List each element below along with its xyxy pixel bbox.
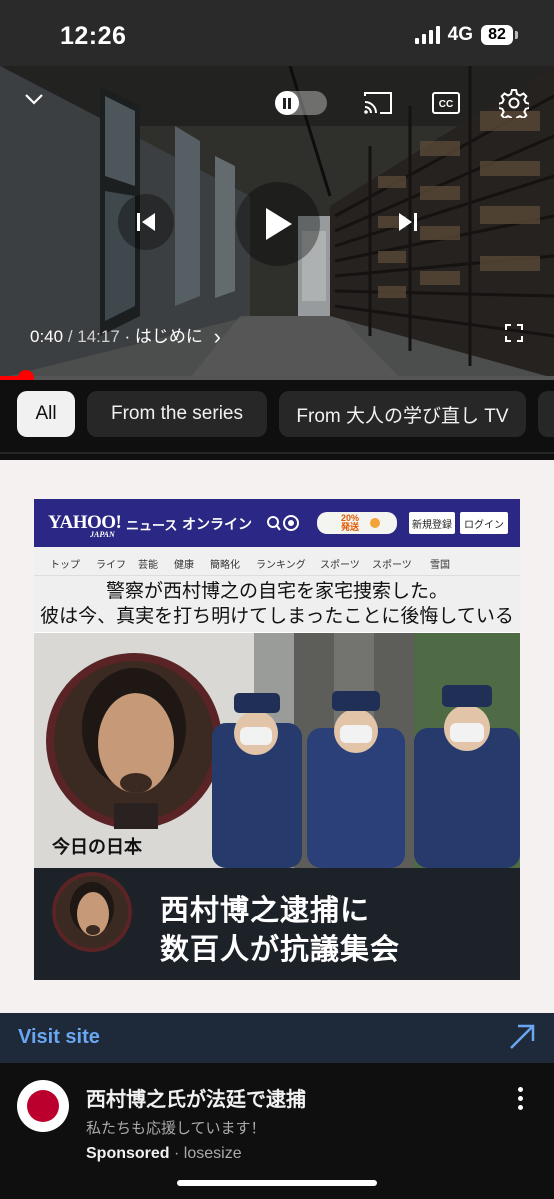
sponsored-label: Sponsored [86, 1145, 170, 1162]
ad-photo: 今日の日本 [34, 633, 520, 868]
ad-big-text-1: 西村博之逮捕に [160, 895, 371, 927]
ad-sponsored-line: Sponsored · losesize [86, 1145, 242, 1162]
chip-more[interactable] [538, 391, 554, 437]
skip-previous-icon [137, 213, 155, 231]
ad-image[interactable]: YAHOO! JAPAN ニュース オンライン 20% 発送 新規登録 ログイン ト… [34, 499, 520, 980]
svg-text:CC: CC [439, 99, 453, 110]
ad-info[interactable]: 西村博之氏が法廷で逮捕 私たちも応援しています！ Sponsored · los… [0, 1063, 554, 1199]
signal-icon [414, 26, 440, 44]
chevron-down-icon[interactable] [24, 92, 44, 106]
japan-flag-icon [27, 1090, 59, 1122]
chip-from-channel[interactable]: From 大人の学び直し TV [279, 391, 526, 437]
visit-site-link[interactable]: Visit site [18, 1026, 100, 1049]
chapter-title: はじめに [134, 327, 203, 346]
advertiser-avatar[interactable] [17, 1080, 69, 1132]
fake-news-header: YAHOO! JAPAN ニュース オンライン 20% 発送 新規登録 ログイン [34, 499, 520, 547]
home-indicator[interactable] [177, 1180, 377, 1186]
ad-big-text-2: 数百人が抗議集会 [160, 934, 401, 966]
play-button[interactable] [236, 182, 320, 266]
chip-all[interactable]: All [17, 391, 75, 437]
previous-button[interactable] [118, 194, 174, 250]
next-button[interactable] [380, 194, 436, 250]
external-link-arrow-icon[interactable] [508, 1023, 536, 1051]
skip-next-icon [399, 213, 417, 231]
status-bar: 12:26 4G 82 [0, 0, 554, 66]
playback-time[interactable]: 0:40 / 14:17 · はじめに › [30, 322, 221, 349]
portrait-thumbnail [52, 872, 132, 952]
yahoo-logo: YAHOO! JAPAN [48, 512, 122, 539]
filter-chips: All From the series From 大人の学び直し TV [0, 380, 554, 452]
battery-level: 82 [481, 25, 513, 45]
duration: 14:17 [77, 327, 120, 346]
search-icon [267, 515, 299, 531]
ad-media[interactable]: YAHOO! JAPAN ニュース オンライン 20% 発送 新規登録 ログイン ト… [0, 460, 554, 1013]
more-options-icon[interactable] [518, 1087, 524, 1114]
battery-icon: 82 [481, 25, 518, 45]
captions-icon[interactable]: CC [432, 92, 460, 114]
chip-from-series[interactable]: From the series [87, 391, 267, 437]
autoplay-toggle[interactable] [275, 91, 327, 115]
fullscreen-icon[interactable] [505, 324, 523, 342]
current-time: 0:40 [30, 327, 64, 346]
promo-badge: 20% 発送 [317, 512, 397, 534]
play-icon [266, 208, 292, 240]
divider [0, 452, 554, 454]
status-time: 12:26 [60, 22, 127, 50]
video-player[interactable]: CC 0:40 / 14:17 · はじめに › [0, 66, 554, 378]
ad-source: losesize [183, 1145, 242, 1162]
chapter-chevron-icon: › [213, 324, 221, 349]
today-japan-label: 今日の日本 [52, 837, 142, 857]
cast-icon[interactable] [363, 90, 393, 116]
ad-caption-band: 西村博之逮捕に 数百人が抗議集会 [34, 868, 520, 980]
pause-small-icon [275, 91, 299, 115]
ad-headline: 警察が西村博之の自宅を家宅捜索した。 彼は今、真実を打ち明けてしまったことに後悔… [34, 576, 520, 632]
fake-news-nav: トップ ライフ 芸能 健康 簡略化 ランキング スポーツ スポーツ 雪国 [34, 547, 520, 576]
ad-title[interactable]: 西村博之氏が法廷で逮捕 [86, 1083, 306, 1112]
ad-subtitle: 私たちも応援しています！ [86, 1120, 266, 1137]
visit-site-bar[interactable]: Visit site [0, 1013, 554, 1063]
settings-gear-icon[interactable] [499, 88, 529, 118]
network-type: 4G [447, 24, 473, 45]
